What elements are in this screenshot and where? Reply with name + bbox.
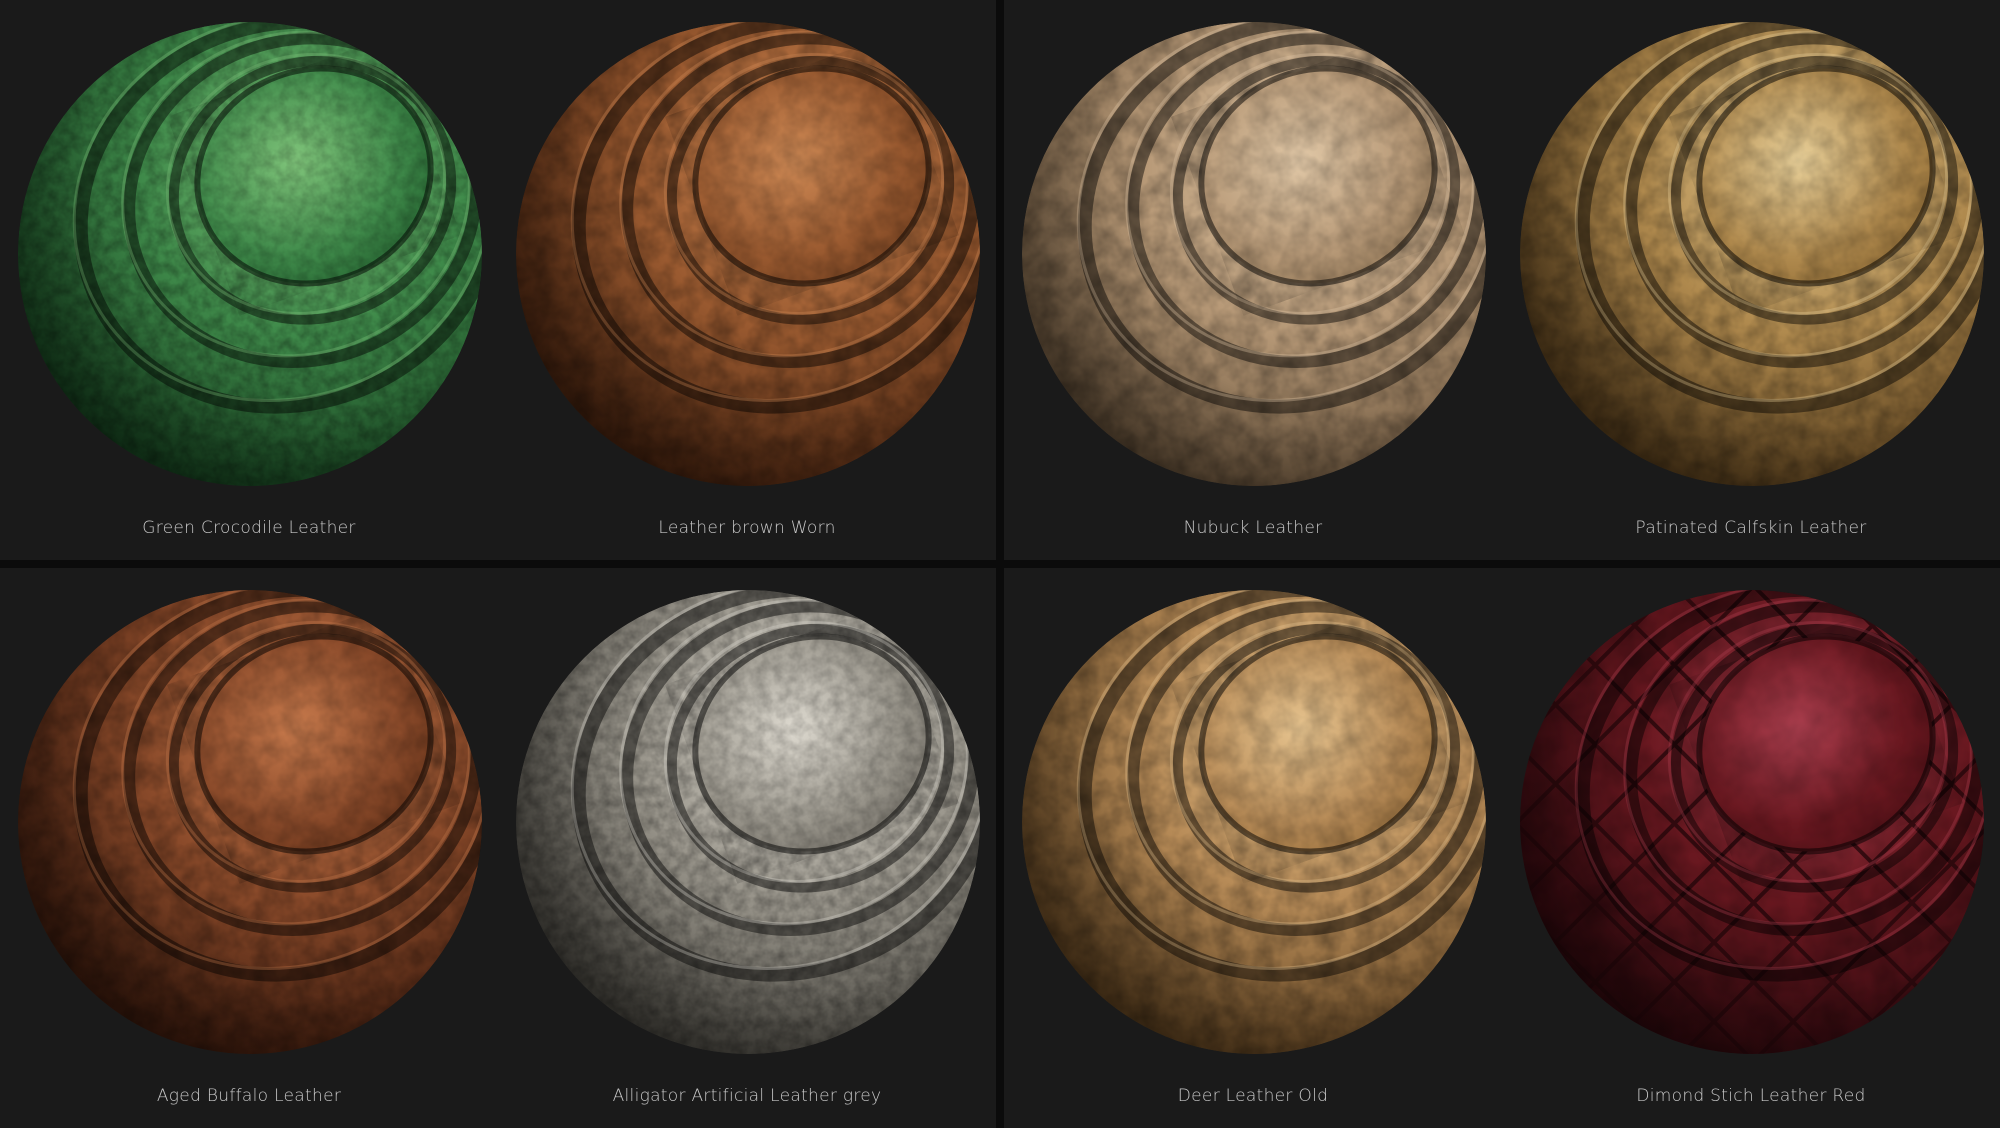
material-card[interactable]: Green Crocodile Leather <box>0 0 498 560</box>
material-card[interactable]: Deer Leather Old <box>1004 568 1502 1128</box>
material-card[interactable]: Patinated Calfskin Leather <box>1502 0 2000 560</box>
panel-top-right: Nubuck Leather Patinated Calfskin Leathe… <box>1004 0 2000 560</box>
material-sphere-preview <box>1516 18 1988 490</box>
material-sphere-preview <box>512 18 984 490</box>
material-sphere-preview <box>512 586 984 1058</box>
material-card[interactable]: Aged Buffalo Leather <box>0 568 498 1128</box>
material-label: Leather brown Worn <box>658 518 836 538</box>
panel-bottom-left: Aged Buffalo Leather Alligator Artificia… <box>0 568 996 1128</box>
panel-bottom-right: Deer Leather Old Dimond Stich Leather Re… <box>1004 568 2000 1128</box>
material-label: Nubuck Leather <box>1183 518 1323 538</box>
material-grid: Green Crocodile Leather Leather brown Wo… <box>0 0 2000 1128</box>
material-sphere-preview <box>14 18 486 490</box>
material-sphere-preview <box>1516 586 1988 1058</box>
material-card[interactable]: Alligator Artificial Leather grey <box>498 568 996 1128</box>
panel-top-left: Green Crocodile Leather Leather brown Wo… <box>0 0 996 560</box>
material-sphere-preview <box>1018 586 1490 1058</box>
material-label: Green Crocodile Leather <box>142 518 356 538</box>
material-card[interactable]: Dimond Stich Leather Red <box>1502 568 2000 1128</box>
material-card[interactable]: Leather brown Worn <box>498 0 996 560</box>
material-label: Deer Leather Old <box>1177 1086 1329 1106</box>
material-card[interactable]: Nubuck Leather <box>1004 0 1502 560</box>
material-sphere-preview <box>14 586 486 1058</box>
material-label: Alligator Artificial Leather grey <box>612 1086 882 1106</box>
material-sphere-preview <box>1018 18 1490 490</box>
material-label: Dimond Stich Leather Red <box>1636 1086 1866 1106</box>
material-label: Patinated Calfskin Leather <box>1635 518 1867 538</box>
material-label: Aged Buffalo Leather <box>156 1086 342 1106</box>
